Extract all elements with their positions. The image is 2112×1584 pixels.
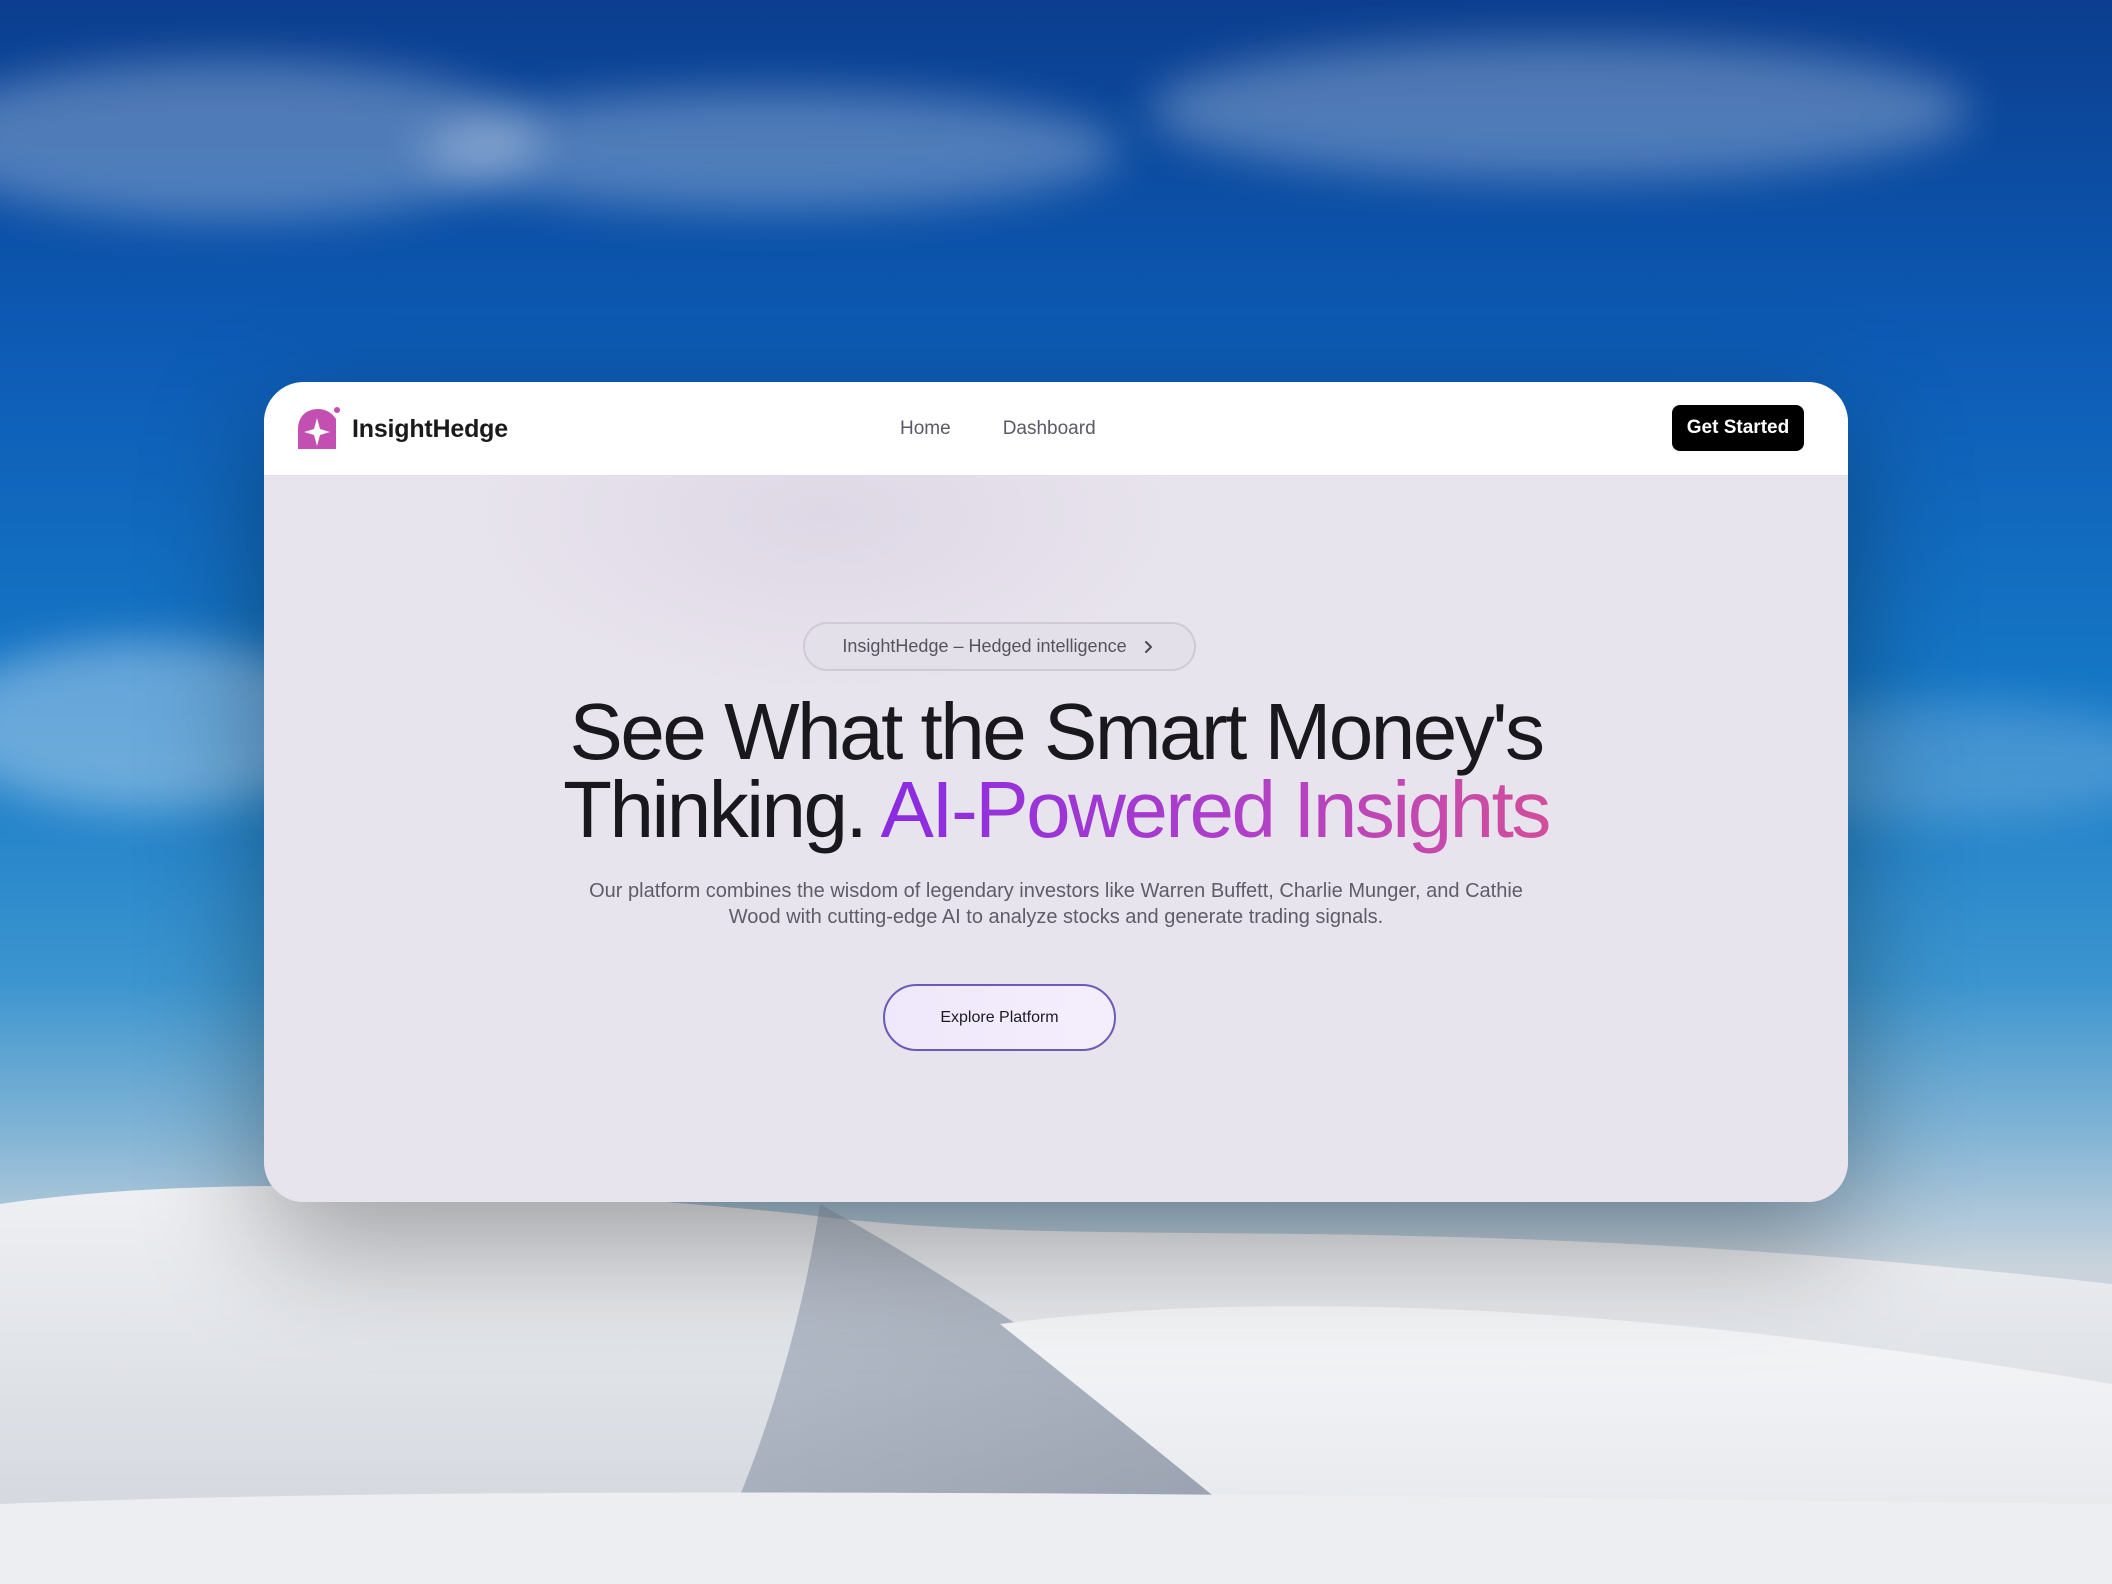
sparkle-badge-icon (294, 405, 342, 453)
cloud (420, 90, 1120, 210)
nav-links: Home Dashboard (900, 382, 1096, 475)
hero-section: InsightHedge – Hedged intelligence See W… (264, 475, 1848, 1202)
explore-platform-button[interactable]: Explore Platform (883, 984, 1116, 1051)
hero-subtext: Our platform combines the wisdom of lege… (589, 880, 1523, 928)
headline-line-2-plain: Thinking. (563, 765, 868, 854)
chevron-right-icon (1141, 639, 1157, 655)
nav-link-home[interactable]: Home (900, 418, 951, 440)
nav-link-dashboard[interactable]: Dashboard (1003, 418, 1096, 440)
cloud (1150, 40, 1970, 180)
announcement-pill[interactable]: InsightHedge – Hedged intelligence (803, 622, 1196, 671)
app-window: InsightHedge Home Dashboard Get Started … (264, 382, 1848, 1202)
brand[interactable]: InsightHedge (294, 405, 508, 453)
hero-headline: See What the Smart Money's Thinking. AI-… (264, 692, 1848, 850)
brand-name: InsightHedge (352, 414, 508, 443)
get-started-button[interactable]: Get Started (1672, 405, 1804, 451)
background-scene: InsightHedge Home Dashboard Get Started … (0, 0, 2112, 1584)
headline-line-1: See What the Smart Money's (569, 687, 1545, 776)
navbar: InsightHedge Home Dashboard Get Started (264, 382, 1848, 475)
announcement-pill-label: InsightHedge – Hedged intelligence (842, 636, 1127, 656)
headline-accent: AI-Powered Insights (880, 765, 1552, 854)
